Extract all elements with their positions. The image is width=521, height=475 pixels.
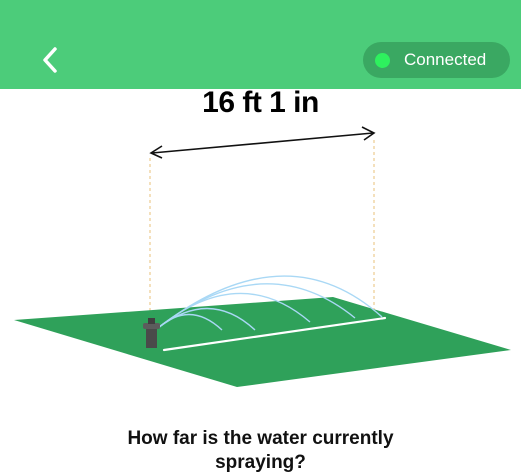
lawn-icon <box>14 297 511 387</box>
question-line-1: How far is the water currently <box>127 428 394 449</box>
sprinkler-lawn-illustration <box>14 126 511 387</box>
question-line-2: spraying? <box>215 452 306 473</box>
spray-distance-question: How far is the water currently spraying? <box>0 427 521 475</box>
